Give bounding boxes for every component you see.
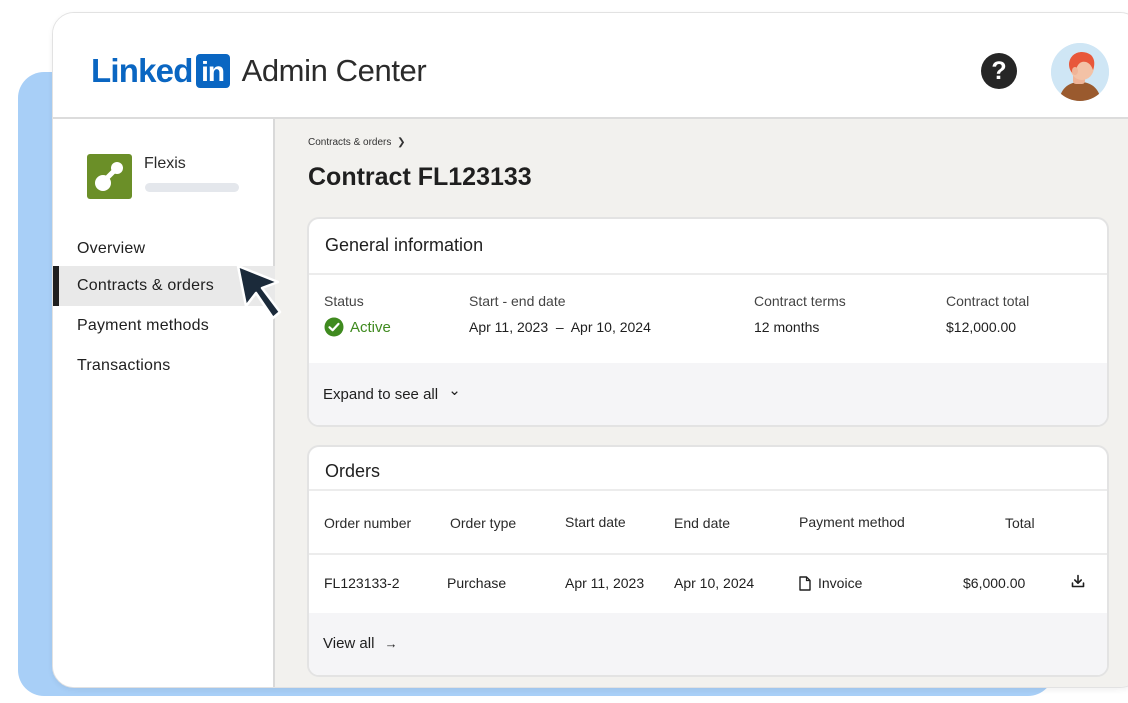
breadcrumb-link[interactable]: Contracts & orders [308, 137, 391, 148]
admin-window: Linked in Admin Center ? Flexis Overview… [52, 12, 1128, 688]
avatar[interactable] [1051, 43, 1109, 101]
status-text: Active [350, 318, 391, 336]
main-content: Contracts & orders ❯ Contract FL123133 G… [275, 119, 1128, 687]
sidebar-item-payment-methods[interactable]: Payment methods [53, 306, 275, 346]
cell-start-date: Apr 11, 2023 [565, 575, 645, 591]
sidebar-item-overview[interactable]: Overview [53, 229, 275, 269]
general-information-card: General information Status Active Start … [307, 217, 1109, 427]
sidebar-item-contracts-orders[interactable]: Contracts & orders [53, 266, 275, 306]
avatar-illustration [1051, 43, 1109, 101]
contract-total-value: $12,000.00 [946, 319, 1017, 335]
cell-total: $6,000.00 [963, 575, 1026, 591]
cell-order-number: FL123133-2 [324, 575, 400, 591]
contract-terms-label: Contract terms [754, 293, 846, 309]
breadcrumb: Contracts & orders ❯ [308, 137, 406, 148]
chevron-down-icon: ⌄ [448, 382, 461, 399]
column-header-total: Total [1005, 515, 1035, 531]
column-header-order-type: Order type [450, 515, 517, 531]
column-header-order-number: Order number [324, 515, 412, 531]
orders-card: Orders Order number Order type Start dat… [307, 445, 1109, 677]
divider [309, 489, 1107, 491]
column-header-end-date: End date [674, 515, 731, 531]
status-value: Active [324, 317, 391, 337]
download-icon[interactable] [1071, 574, 1085, 591]
page-title: Contract FL123133 [308, 163, 532, 191]
expand-button[interactable]: Expand to see all ⌄ [323, 382, 461, 403]
chevron-right-icon: ❯ [397, 137, 406, 148]
cell-end-date: Apr 10, 2024 [674, 575, 755, 591]
date-range-value: Apr 11, 2023 – Apr 10, 2024 [469, 319, 651, 335]
divider [309, 553, 1107, 555]
top-bar: Linked in Admin Center ? [53, 13, 1128, 119]
date-range-label: Start - end date [469, 293, 566, 309]
status-label: Status [324, 293, 364, 309]
column-header-start-date: Start date [565, 514, 626, 530]
contract-terms-value: 12 months [754, 319, 820, 335]
sidebar-item-transactions[interactable]: Transactions [53, 346, 275, 386]
linkedin-admin-logo[interactable]: Linked in Admin Center [91, 52, 427, 89]
contract-total-label: Contract total [946, 293, 1030, 309]
orders-card-footer: View all → [309, 613, 1107, 675]
general-card-footer: Expand to see all ⌄ [309, 363, 1107, 425]
orders-title: Orders [325, 461, 381, 481]
logo-in-badge: in [195, 54, 230, 88]
org-name: Flexis [144, 155, 186, 172]
expand-label: Expand to see all [323, 386, 439, 403]
view-all-button[interactable]: View all → [323, 635, 398, 652]
flexis-org-icon [87, 154, 132, 199]
help-icon[interactable]: ? [981, 53, 1017, 89]
cell-order-type: Purchase [447, 575, 507, 591]
column-header-payment-method: Payment method [799, 514, 905, 530]
org-placeholder-bar [145, 183, 239, 192]
cell-payment-method: Invoice [799, 575, 862, 591]
logo-admin-center: Admin Center [241, 53, 427, 88]
logo-wordmark: Linked [91, 52, 193, 89]
document-icon [799, 575, 811, 591]
general-information-title: General information [325, 235, 484, 255]
sidebar: Flexis Overview Contracts & orders Payme… [53, 119, 275, 687]
view-all-label: View all [323, 635, 375, 652]
check-circle-icon [324, 317, 344, 337]
payment-method-text: Invoice [818, 575, 863, 591]
divider [309, 273, 1107, 275]
arrow-right-icon: → [384, 636, 398, 651]
